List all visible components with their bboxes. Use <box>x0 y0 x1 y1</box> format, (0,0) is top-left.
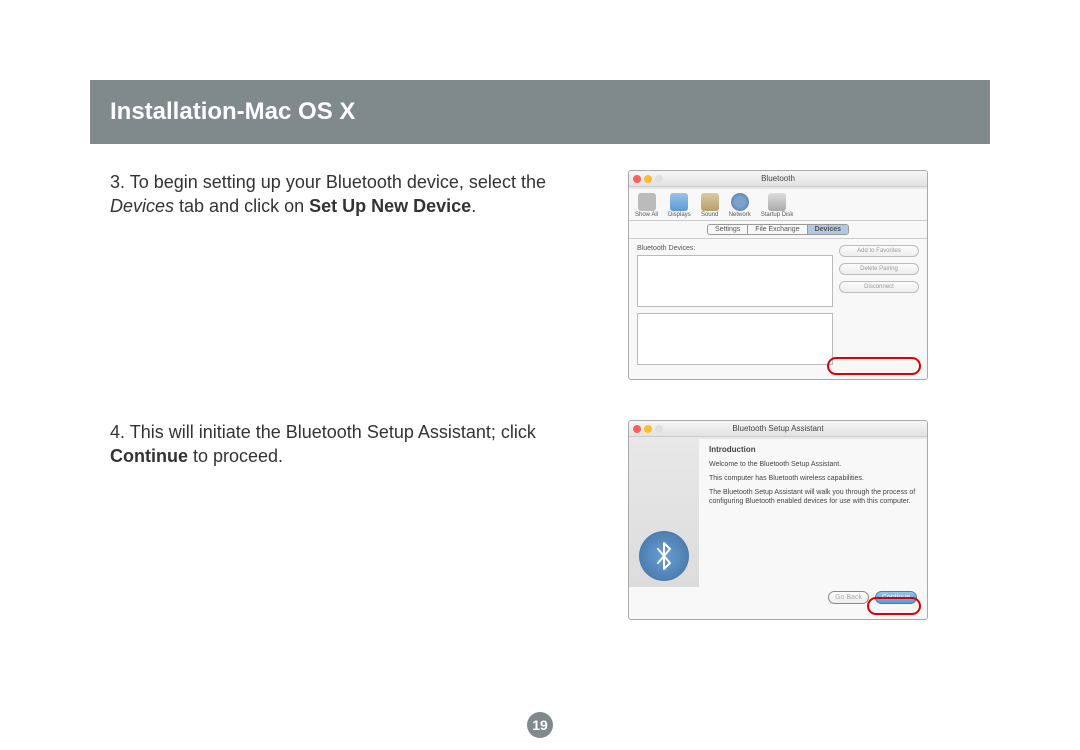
step-3-text-b: tab and click on <box>174 196 309 216</box>
devices-list-label: Bluetooth Devices: <box>637 245 833 252</box>
delete-pairing-button[interactable]: Delete Pairing <box>839 263 919 275</box>
highlight-oval-continue <box>867 597 921 615</box>
add-to-favorites-button[interactable]: Add to Favorites <box>839 245 919 257</box>
step-4-number: 4. <box>110 422 125 442</box>
device-info-box <box>637 313 833 365</box>
page-number-badge: 19 <box>527 712 553 738</box>
assistant-heading: Introduction <box>709 445 917 454</box>
disconnect-button[interactable]: Disconnect <box>839 281 919 293</box>
toolbar-network[interactable]: Network <box>729 193 751 218</box>
page-title: Installation-Mac OS X <box>90 80 990 144</box>
prefs-toolbar: Show All Displays Sound Network Startup … <box>629 187 927 221</box>
window-titlebar: Bluetooth <box>629 171 927 187</box>
assistant-sidebar <box>629 437 699 587</box>
toolbar-displays[interactable]: Displays <box>668 193 691 218</box>
screenshot-bluetooth-prefs: Bluetooth Show All Displays Sound Networ… <box>628 170 928 380</box>
tab-devices[interactable]: Devices <box>808 225 848 234</box>
screenshot-setup-assistant: Bluetooth Setup Assistant Introduction W… <box>628 420 928 620</box>
tab-file-exchange[interactable]: File Exchange <box>748 225 807 234</box>
step-4-bold: Continue <box>110 446 188 466</box>
toolbar-startup-disk[interactable]: Startup Disk <box>761 193 794 218</box>
go-back-button[interactable]: Go Back <box>828 591 869 604</box>
step-3-text-a: To begin setting up your Bluetooth devic… <box>130 172 546 192</box>
step-4-text: 4. This will initiate the Bluetooth Setu… <box>90 420 600 469</box>
toolbar-show-all[interactable]: Show All <box>635 193 658 218</box>
devices-listbox[interactable] <box>637 255 833 307</box>
step-4-text-b: to proceed. <box>188 446 283 466</box>
step-3-number: 3. <box>110 172 125 192</box>
assistant-p2: This computer has Bluetooth wireless cap… <box>709 474 917 483</box>
step-4: 4. This will initiate the Bluetooth Setu… <box>90 420 990 620</box>
assistant-p3: The Bluetooth Setup Assistant will walk … <box>709 488 917 506</box>
tabs-row: Settings File Exchange Devices <box>629 221 927 239</box>
step-3-bold: Set Up New Device <box>309 196 471 216</box>
step-3-text-c: . <box>471 196 476 216</box>
assistant-p1: Welcome to the Bluetooth Setup Assistant… <box>709 460 917 469</box>
toolbar-sound[interactable]: Sound <box>701 193 719 218</box>
step-3: 3. To begin setting up your Bluetooth de… <box>90 170 990 380</box>
step-3-text: 3. To begin setting up your Bluetooth de… <box>90 170 600 219</box>
bluetooth-icon <box>639 531 689 581</box>
setup-new-device-button[interactable]: Set Up New Device... <box>838 379 919 380</box>
step-4-text-a: This will initiate the Bluetooth Setup A… <box>130 422 536 442</box>
window-title: Bluetooth <box>629 174 927 183</box>
highlight-oval-setup <box>827 357 921 375</box>
window-title-b: Bluetooth Setup Assistant <box>629 424 927 433</box>
step-3-italic: Devices <box>110 196 174 216</box>
tab-settings[interactable]: Settings <box>708 225 748 234</box>
window-titlebar-b: Bluetooth Setup Assistant <box>629 421 927 437</box>
